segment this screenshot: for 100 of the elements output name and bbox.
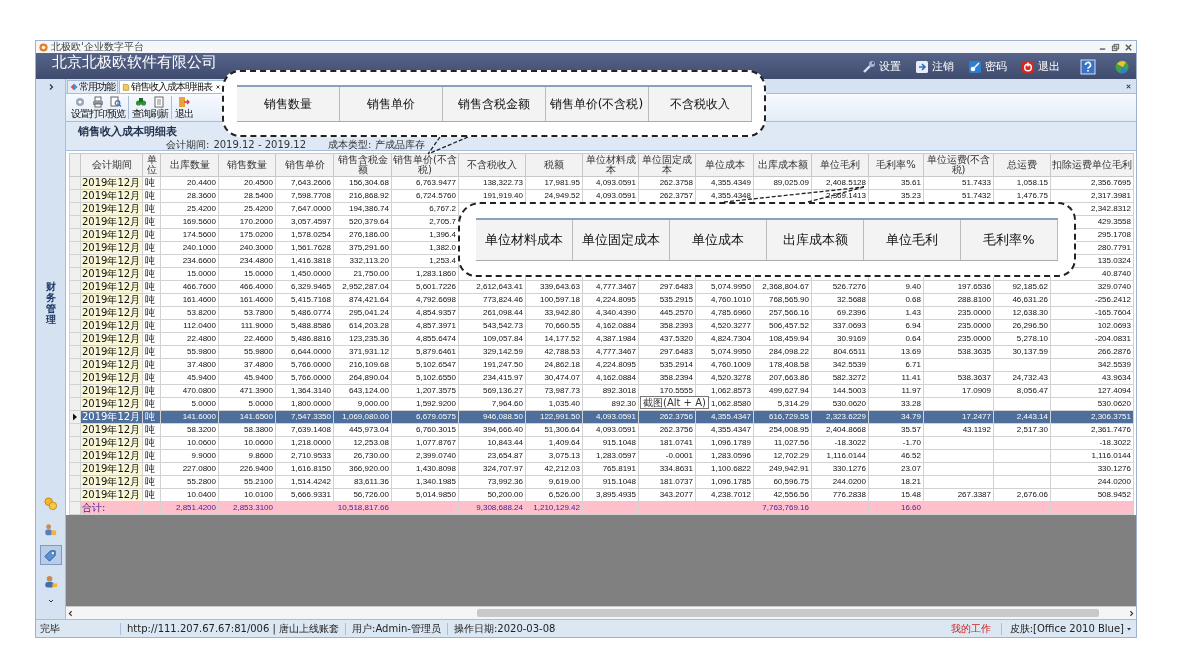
close-icon[interactable] <box>1124 42 1133 52</box>
table-cell: 526.7276 <box>811 280 869 294</box>
table-row[interactable]: 2019年12月 吨 10.0400 10.0100 5,666.9331 56,726.00 5,014.9850 50,200.00 6,526.00 3,895.4935 343.2077 4,238.7012 42,556.56 776.2838 15.48 267.3387 2,676.06 508.9452 <box>69 488 1134 502</box>
table-cell: 2,710.9533 <box>275 449 334 463</box>
module-item[interactable] <box>39 545 62 565</box>
table-row[interactable]: 2019年12月 吨 22.4800 22.4600 5,486.8816 123,235.36 4,855.6474 109,057.84 14,177.52 4,387.1984 437.5320 4,824.7304 108,459.94 30.9169 0.64 235.0000 5,278.10 -204.0831 <box>69 332 1134 346</box>
caret-icon[interactable] <box>1126 625 1132 632</box>
table-cell: 0.64 <box>868 332 924 346</box>
column-header[interactable]: 扣除运费单位毛利 <box>1050 153 1134 177</box>
table-cell: 530.0620 <box>811 397 869 411</box>
column-header[interactable]: 单位成本 <box>695 153 754 177</box>
column-header[interactable]: 不含税收入 <box>458 153 526 177</box>
scrollbar-thumb[interactable] <box>477 609 1099 617</box>
close-tab-icon[interactable] <box>215 84 221 90</box>
table-cell: 2,368,804.67 <box>753 280 812 294</box>
column-header[interactable]: 税额 <box>525 153 583 177</box>
table-row[interactable]: 2019年12月 吨 466.7600 466.4000 6,329.9465 2,952,287.04 5,601.7226 2,612,643.41 339,643.63 4,777.3467 297.6483 5,074.9950 2,368,804.67 526.7276 9.40 197.6536 92,185.62 329.0740 <box>69 280 1134 294</box>
header-action-button[interactable]: 退出 <box>1019 59 1062 74</box>
table-cell: 7,964.60 <box>458 397 526 411</box>
table-row[interactable]: 2019年12月 吨 9.9000 9.8600 2,710.9533 26,730.00 2,399.0740 23,654.87 3,075.13 1,283.0597 -0.0001 1,283.0596 12,702.29 1,116.0144 46.52 1,116.0144 <box>69 449 1134 463</box>
table-cell: 1,430.8098 <box>391 462 459 476</box>
header-action-button[interactable]: 注销 <box>913 59 956 74</box>
table-cell: 42,556.56 <box>753 488 812 502</box>
table-cell: 5,488.8586 <box>275 319 334 333</box>
scroll-left-icon[interactable] <box>66 608 75 618</box>
header-action-button[interactable]: 设置 <box>860 59 903 74</box>
toolbar-button[interactable]: 退出 <box>171 96 193 119</box>
column-header[interactable]: 销售数量 <box>218 153 276 177</box>
table-row[interactable]: 2019年12月 吨 112.0400 111.9000 5,488.8586 614,203.28 4,857.3971 543,542.73 70,660.55 4,162.0884 358.2393 4,520.3277 506,457.52 337.0693 6.94 235.0000 26,296.50 102.0693 <box>69 319 1134 333</box>
table-row[interactable]: 2019年12月 吨 55.2800 55.2100 1,514.4242 83,611.36 1,340.1985 73,992.36 9,619.00 915.1048 181.0737 1,096.1785 60,596.75 244.0200 18.21 244.0200 <box>69 475 1134 489</box>
table-row[interactable]: 2019年12月 吨 10.0600 10.0600 1,218.0000 12,253.08 1,077.8767 10,843.44 1,409.64 915.1048 181.0741 1,096.1789 11,027.56 -18.3022 -1.70 -18.3022 <box>69 436 1134 450</box>
column-header[interactable]: 单位毛利 <box>811 153 869 177</box>
column-header[interactable]: 毛利率% <box>868 153 924 177</box>
close-icon[interactable] <box>1125 82 1132 90</box>
column-header[interactable]: 单位材料成本 <box>582 153 639 177</box>
table-row[interactable]: 2019年12月 吨 227.0800 226.9400 1,616.8150 366,920.00 1,430.8098 324,707.97 42,212.03 765.8191 334.8631 1,100.6822 249,942.91 330.1276 23.07 330.1276 <box>69 462 1134 476</box>
table-cell: 55.9800 <box>218 345 276 359</box>
skin-selector[interactable]: 皮肤:[Office 2010 Blue] <box>1001 621 1124 636</box>
header-action-button[interactable]: 密码 <box>966 59 1009 74</box>
column-header[interactable]: 销售单价 <box>275 153 334 177</box>
table-cell: 吨 <box>142 241 161 255</box>
table-cell: 22.4600 <box>218 332 276 346</box>
table-cell: 45.9400 <box>218 371 276 385</box>
tab[interactable]: 常用功能 <box>67 80 118 93</box>
table-cell: 12,638.30 <box>993 306 1051 320</box>
more-icon[interactable] <box>46 597 55 605</box>
scroll-right-icon[interactable] <box>1127 608 1136 618</box>
column-header[interactable]: 单位固定成本 <box>638 153 696 177</box>
table-row[interactable]: 2019年12月 吨 37.4800 37.4800 5,766.0000 216,109.68 5,102.6547 191,247.50 24,862.18 4,224.8095 535.2914 4,760.1009 178,408.58 342.5539 6.71 342.5539 <box>69 358 1134 372</box>
table-cell: 127.4094 <box>1050 384 1134 398</box>
table-cell: 21,750.00 <box>333 267 392 281</box>
toolbar-button[interactable]: 刷新 <box>150 96 168 119</box>
table-cell: 2,952,287.04 <box>333 280 392 294</box>
table-cell: 471.3900 <box>218 384 276 398</box>
table-cell: 42,788.53 <box>525 345 583 359</box>
table-cell: 33,942.80 <box>525 306 583 320</box>
tab[interactable]: 销售收入成本明细表 <box>119 80 224 93</box>
module-label[interactable]: 财务管理 <box>45 281 56 325</box>
column-header[interactable]: 出库成本额 <box>753 153 812 177</box>
horizontal-scrollbar[interactable] <box>66 606 1136 619</box>
table-cell: 17,981.95 <box>525 176 583 190</box>
table-cell: 1,096.1789 <box>695 436 754 450</box>
toolbar-button[interactable]: 打印 <box>89 96 107 119</box>
table-cell: 4,093.0591 <box>582 176 639 190</box>
table-row[interactable]: 2019年12月 吨 470.0800 471.3900 1,364.3140 643,124.00 1,207.3575 569,136.27 73,987.73 892.3018 170.5555 1,062.8573 499,627.94 144.5003 11.97 17.0909 8,056.47 127.4094 <box>69 384 1134 398</box>
table-row[interactable]: 2019年12月 吨 45.9400 45.9400 5,766.0000 264,890.04 5,102.6550 234,415.97 30,474.07 4,162.0884 358.2394 4,520.3278 207,663.86 582.3272 11.41 538.3637 24,732.43 43.9634 <box>69 371 1134 385</box>
column-header[interactable]: 单位运费(不含税) <box>923 153 994 177</box>
table-row[interactable]: 2019年12月 吨 58.3200 58.3800 7,639.1408 445,973.04 6,760.3015 394,666.40 51,306.64 4,093.0591 262.3756 4,355.4347 254,008.95 2,404.8668 35.57 43.1192 2,517.30 2,361.7476 <box>69 423 1134 437</box>
table-cell: 244.0200 <box>811 475 869 489</box>
my-work-link[interactable]: 我的工作 <box>940 621 1001 636</box>
table-cell: 55.2100 <box>218 475 276 489</box>
table-cell: 6,763.9477 <box>391 176 459 190</box>
table-cell: 470.0800 <box>160 384 219 398</box>
column-header[interactable]: 出库数量 <box>160 153 219 177</box>
table-cell: 108,459.94 <box>753 332 812 346</box>
toolbar-button[interactable]: 设置 <box>71 96 89 119</box>
table-row[interactable]: 2019年12月 吨 141.6000 141.6500 7,547.3350 1,069,080.00 6,679.0575 946,088.50 122,991.50 4,093.0591 262.3756 4,355.4347 616,729.55 2,323.6229 34.79 17.2477 2,443.14 2,306.3751 <box>69 410 1134 424</box>
column-header[interactable]: 销售含税金额 <box>333 153 392 177</box>
table-cell: 437.5320 <box>638 332 696 346</box>
restore-icon[interactable] <box>1111 42 1120 52</box>
column-header[interactable]: 销售单价(不含税) <box>391 153 459 177</box>
toolbar-button[interactable]: 查询 <box>128 96 150 119</box>
table-cell: 216,868.92 <box>333 189 392 203</box>
table-cell: 43.9634 <box>1050 371 1134 385</box>
table-cell: 89,025.09 <box>753 176 812 190</box>
table-cell: 56,726.00 <box>333 488 392 502</box>
table-row[interactable]: 2019年12月 吨 161.4600 161.4600 5,415.7168 874,421.64 4,792.6698 773,824.46 100,597.18 4,224.8095 535.2915 4,760.1010 768,565.90 32.5688 0.68 288.8100 46,631.26 -256.2412 <box>69 293 1134 307</box>
table-row[interactable]: 2019年12月 吨 55.9800 55.9800 6,644.0000 371,931.12 5,879.6461 329,142.59 42,788.53 4,777.3467 297.6483 5,074.9950 284,098.22 804.6511 13.69 538.3635 30,137.59 266.2876 <box>69 345 1134 359</box>
toolbar-button[interactable]: 预览 <box>107 96 125 119</box>
table-cell: 15.48 <box>868 488 924 502</box>
column-header[interactable]: 会计期间 <box>80 153 143 177</box>
table-cell: 2,399.0740 <box>391 449 459 463</box>
column-header[interactable]: 总运费 <box>993 153 1051 177</box>
help-icon[interactable] <box>1080 58 1096 75</box>
table-cell: 1,096.1785 <box>695 475 754 489</box>
theme-icon[interactable] <box>1114 58 1130 75</box>
table-row[interactable]: 2019年12月 吨 20.4400 20.4500 7,643.2606 156,304.68 6,763.9477 138,322.73 17,981.95 4,093.0591 262.3758 4,355.4349 89,025.09 2,408.5128 35.61 51.7433 1,058.15 2,356.7695 <box>69 176 1134 190</box>
table-cell: 10.0600 <box>160 436 219 450</box>
table-row[interactable]: 2019年12月 吨 53.8200 53.7800 5,486.0774 295,041.24 4,854.9357 261,098.44 33,942.80 4,340.4390 445.2570 4,785.6960 257,566.16 69.2396 1.43 235.0000 12,638.30 -165.7604 <box>69 306 1134 320</box>
table-cell: 175.0200 <box>218 228 276 242</box>
